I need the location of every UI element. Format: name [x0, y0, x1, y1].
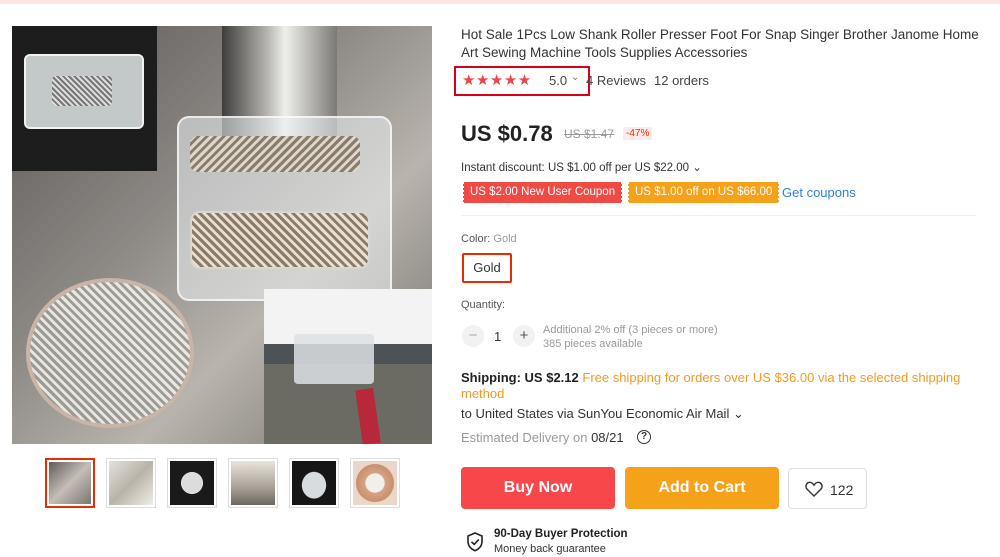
shipping-cost: Shipping: US $2.12 — [461, 370, 579, 385]
thumbnail-1[interactable] — [45, 458, 95, 508]
original-price: US $1.47 — [564, 127, 615, 141]
thumbnail-strip — [45, 458, 400, 508]
estimated-delivery: Estimated Delivery on 08/21 — [461, 430, 624, 445]
wishlist-button[interactable]: 122 — [788, 468, 867, 509]
wishlist-count: 122 — [830, 482, 854, 498]
current-price: US $0.78 — [461, 121, 553, 146]
quantity-increase-button[interactable]: + — [513, 325, 535, 347]
product-title: Hot Sale 1Pcs Low Shank Roller Presser F… — [461, 27, 979, 60]
shipping-method-select[interactable]: to United States via SunYou Economic Air… — [461, 406, 744, 422]
buyer-protection-subtitle: Money back guarantee — [494, 543, 606, 555]
thumbnail-5[interactable] — [289, 458, 339, 508]
quantity-note: Additional 2% off (3 pieces or more) 385… — [543, 324, 718, 350]
quantity-input[interactable]: 1 — [494, 329, 501, 344]
top-strip — [0, 0, 1000, 4]
quantity-decrease-button[interactable]: − — [462, 325, 484, 347]
shipping-info: Shipping: US $2.12 Free shipping for ord… — [461, 370, 961, 402]
inset-image-top-left — [12, 26, 157, 171]
color-label: Color: Gold — [461, 233, 517, 245]
chevron-down-icon[interactable]: ⌄ — [571, 72, 579, 83]
discount-badge: -47% — [623, 127, 653, 140]
buy-now-button[interactable]: Buy Now — [461, 467, 615, 509]
buyer-protection-title: 90-Day Buyer Protection — [494, 528, 628, 540]
thumbnail-4[interactable] — [228, 458, 278, 508]
store-coupon[interactable]: US $1.00 off on US $66.00 — [625, 182, 782, 203]
thumbnail-2[interactable] — [106, 458, 156, 508]
color-selected-value: Gold — [493, 233, 517, 245]
get-coupons-link[interactable]: Get coupons — [782, 185, 856, 200]
star-icon: ★★★★★ — [462, 72, 532, 89]
orders-count: 12 orders — [654, 73, 709, 88]
thumbnail-3[interactable] — [167, 458, 217, 508]
main-product-image[interactable] — [12, 26, 432, 444]
help-icon[interactable]: ? — [637, 430, 651, 444]
color-option-gold[interactable]: Gold — [462, 253, 512, 283]
inset-image-bottom-right — [264, 289, 432, 444]
delivery-date: 08/21 — [591, 430, 624, 445]
reviews-link[interactable]: 4 Reviews — [586, 73, 646, 88]
divider — [461, 215, 976, 216]
heart-icon — [805, 481, 823, 497]
rating-value[interactable]: 5.0 — [549, 73, 567, 88]
thumbnail-6[interactable] — [350, 458, 400, 508]
quantity-label: Quantity: — [461, 299, 506, 311]
new-user-coupon[interactable]: US $2.00 New User Coupon — [460, 182, 625, 203]
add-to-cart-button[interactable]: Add to Cart — [625, 467, 779, 509]
roller-top — [190, 136, 360, 172]
inset-image-closeup — [26, 278, 194, 428]
shield-icon — [467, 532, 483, 552]
instant-discount[interactable]: Instant discount: US $1.00 off per US $2… — [461, 160, 702, 174]
roller — [190, 211, 370, 269]
